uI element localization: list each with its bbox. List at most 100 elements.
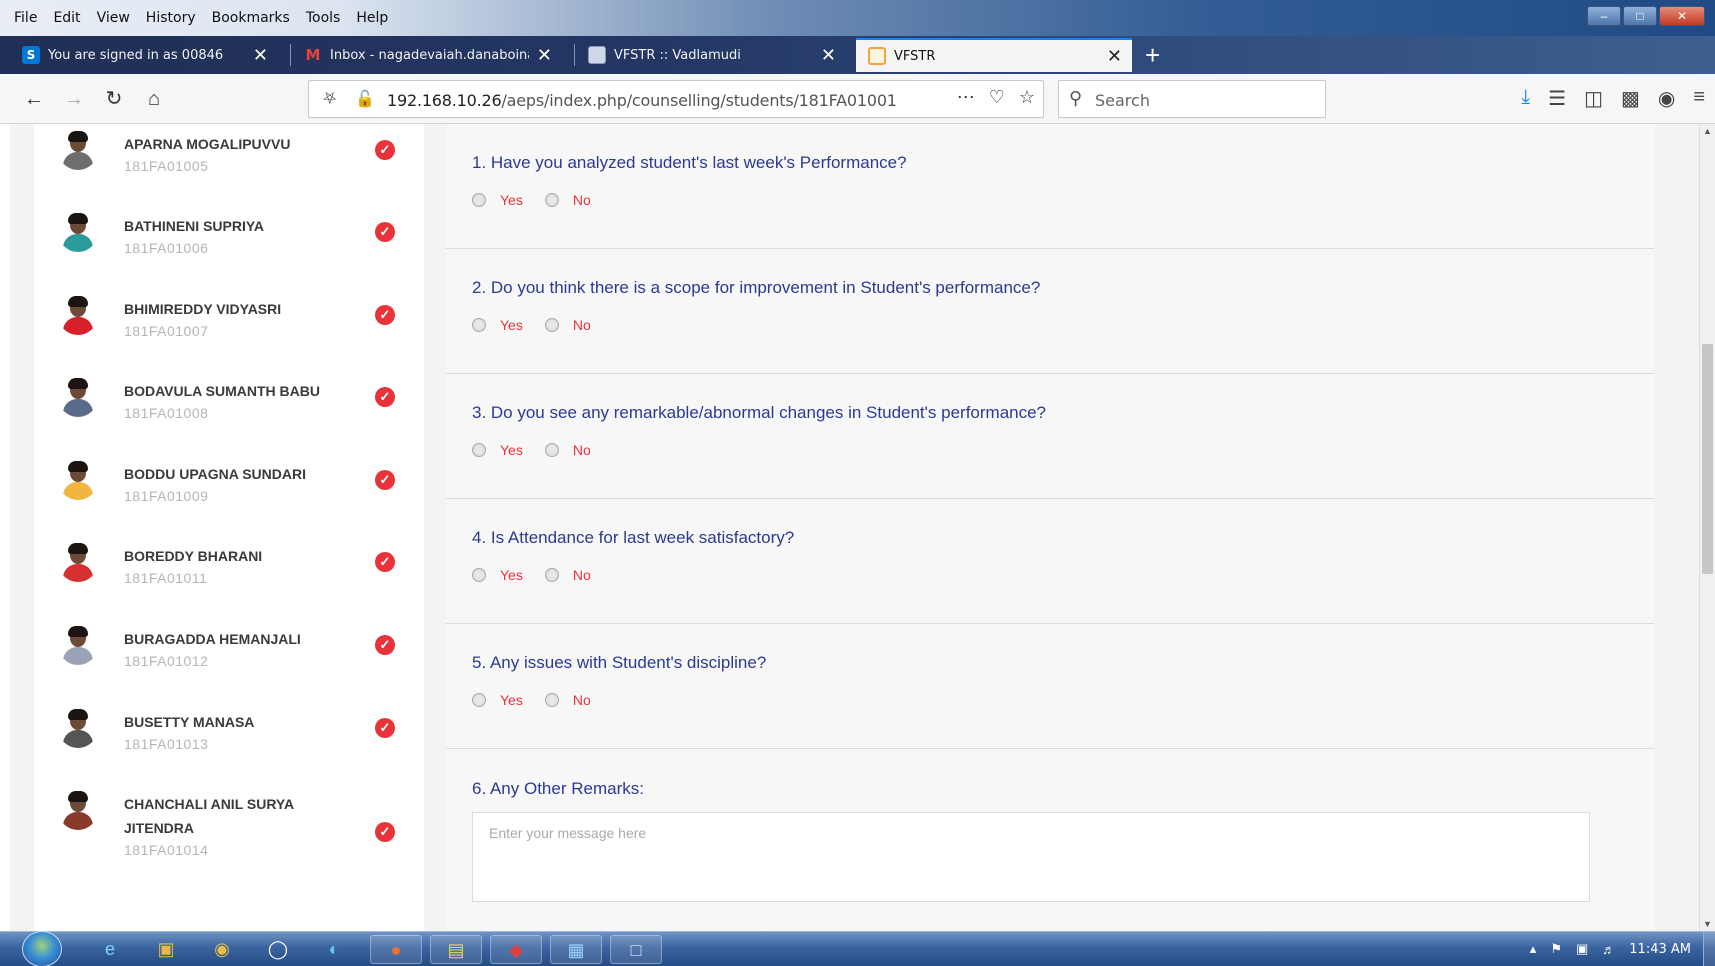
avatar-body [63,152,93,170]
address-bar[interactable]: ⛧ 🔓 192.168.10.26/aeps/index.php/counsel… [308,80,1044,118]
student-list-item[interactable]: CHANCHALI ANIL SURYA JITENDRA 181FA01014 ✓ [34,784,424,874]
student-list-item[interactable]: BUSETTY MANASA 181FA01013 ✓ [34,702,424,792]
no-label[interactable]: No [573,192,591,208]
insecure-lock-icon[interactable]: 🔓 [355,89,375,109]
menu-icon[interactable]: ≡ [1693,86,1705,111]
yes-radio[interactable] [472,318,486,332]
new-tab-button[interactable]: + [1145,40,1160,70]
firefox-taskbar-icon[interactable]: ● [370,935,422,964]
back-button[interactable]: ← [20,86,48,112]
scrollbar-thumb[interactable] [1702,344,1713,574]
student-list-item[interactable]: BURAGADDA HEMANJALI 181FA01012 ✓ [34,619,424,709]
network-taskbar-icon[interactable]: ▦ [550,935,602,964]
yes-label[interactable]: Yes [500,192,523,208]
pocket-icon[interactable]: ♡ [989,87,1005,108]
close-window-button[interactable]: ✕ [1659,6,1705,26]
app-icon[interactable]: ◐ [308,935,360,964]
student-id: 181FA01005 [124,158,209,174]
no-label[interactable]: No [573,567,591,583]
library-icon[interactable]: ☰ [1548,86,1566,111]
bookmark-star-icon[interactable]: ☆ [1019,87,1035,108]
student-list-item[interactable]: BATHINENI SUPRIYA 181FA01006 ✓ [34,206,424,296]
chrome-icon[interactable]: ◉ [196,935,248,964]
student-list-item[interactable]: APARNA MOGALIPUVVU 181FA01005 ✓ [34,124,424,214]
no-radio[interactable] [544,193,559,207]
close-icon[interactable]: ✕ [1107,46,1122,67]
student-list-item[interactable]: BODAVULA SUMANTH BABU 181FA01008 ✓ [34,371,424,461]
url-path: /aeps/index.php/counselling/students/181… [501,91,897,110]
student-list-item[interactable]: BODDU UPAGNA SUNDARI 181FA01009 ✓ [34,454,424,544]
menu-help[interactable]: Help [356,10,388,26]
menu-edit[interactable]: Edit [53,10,80,26]
maximize-button[interactable]: □ [1623,6,1657,26]
yes-label[interactable]: Yes [500,442,523,458]
network-icon[interactable]: ▣ [1576,941,1588,957]
student-list-item[interactable]: BHIMIREDDY VIDYASRI 181FA01007 ✓ [34,289,424,379]
sidebar-toggle-icon[interactable]: ◫ [1584,86,1603,111]
reload-button[interactable]: ↻ [100,86,128,112]
scroll-up-icon[interactable]: ▲ [1703,126,1712,136]
yes-label[interactable]: Yes [500,692,523,708]
window-taskbar-icon[interactable]: □ [610,935,662,964]
close-icon[interactable]: ✕ [821,45,836,66]
page-scrollbar[interactable]: ▲ ▼ [1699,124,1715,931]
close-icon[interactable]: ✕ [253,45,268,66]
yes-label[interactable]: Yes [500,317,523,333]
remarks-input[interactable] [472,812,1590,902]
tab-vadlamudi[interactable]: VFSTR :: Vadlamudi ✕ [576,38,846,72]
volume-icon[interactable]: ♬ [1602,942,1615,957]
avatar-body [63,317,93,335]
scroll-down-icon[interactable]: ▼ [1703,919,1712,929]
home-button[interactable]: ⌂ [140,86,168,112]
tab-skype[interactable]: S You are signed in as 00846 ✕ [10,38,278,72]
show-desktop-button[interactable] [1703,932,1715,966]
start-button[interactable] [22,931,62,966]
no-radio[interactable] [544,318,559,332]
yes-label[interactable]: Yes [500,567,523,583]
student-id: 181FA01013 [124,736,209,752]
student-list-item[interactable]: BOREDDY BHARANI 181FA01011 ✓ [34,536,424,626]
search-box[interactable]: ⚲ [1058,80,1326,118]
no-radio[interactable] [544,568,559,582]
no-label[interactable]: No [573,442,591,458]
yes-radio[interactable] [472,443,486,457]
ie-icon[interactable]: e [84,935,136,964]
avatar [58,295,98,335]
menu-bookmarks[interactable]: Bookmarks [212,10,290,26]
tab-vfstr-active[interactable]: VFSTR ✕ [856,38,1132,72]
clock[interactable]: 11:43 AM [1629,942,1691,957]
flag-icon[interactable]: ⚑ [1550,941,1562,957]
yes-radio[interactable] [472,568,486,582]
app-taskbar-icon[interactable]: ◆ [490,935,542,964]
menu-file[interactable]: File [14,10,37,26]
question-3: 3. Do you see any remarkable/abnormal ch… [446,374,1654,499]
yes-radio[interactable] [472,193,486,207]
reader-icon[interactable]: ▩ [1621,86,1640,111]
menu-history[interactable]: History [146,10,196,26]
forward-button[interactable]: → [60,86,88,112]
yes-radio[interactable] [472,693,486,707]
url-text[interactable]: 192.168.10.26/aeps/index.php/counselling… [387,91,897,110]
page-actions-icon[interactable]: ⋯ [957,87,975,108]
no-radio[interactable] [544,443,559,457]
url-host: 192.168.10.26 [387,91,502,110]
minimize-button[interactable]: – [1587,6,1621,26]
download-icon[interactable]: ⤓ [1521,86,1530,111]
avatar-hair [68,543,88,554]
close-icon[interactable]: ✕ [537,45,552,66]
no-label[interactable]: No [573,317,591,333]
no-label[interactable]: No [573,692,591,708]
shield-icon[interactable]: ⛧ [323,89,337,109]
menu-tools[interactable]: Tools [306,10,341,26]
menu-view[interactable]: View [97,10,130,26]
account-icon[interactable]: ◉ [1658,86,1675,111]
folder-taskbar-icon[interactable]: ▤ [430,935,482,964]
search-input[interactable] [1095,89,1315,111]
no-radio[interactable] [544,693,559,707]
firefox-window: File Edit View History Bookmarks Tools H… [0,0,1715,966]
question-remarks: 6. Any Other Remarks: [446,749,1654,931]
globe-icon[interactable]: ◯ [252,935,304,964]
tray-expand-icon[interactable]: ▴ [1530,941,1537,957]
explorer-icon[interactable]: ▣ [140,935,192,964]
tab-gmail[interactable]: M Inbox - nagadevaiah.danaboina ✕ [292,38,562,72]
